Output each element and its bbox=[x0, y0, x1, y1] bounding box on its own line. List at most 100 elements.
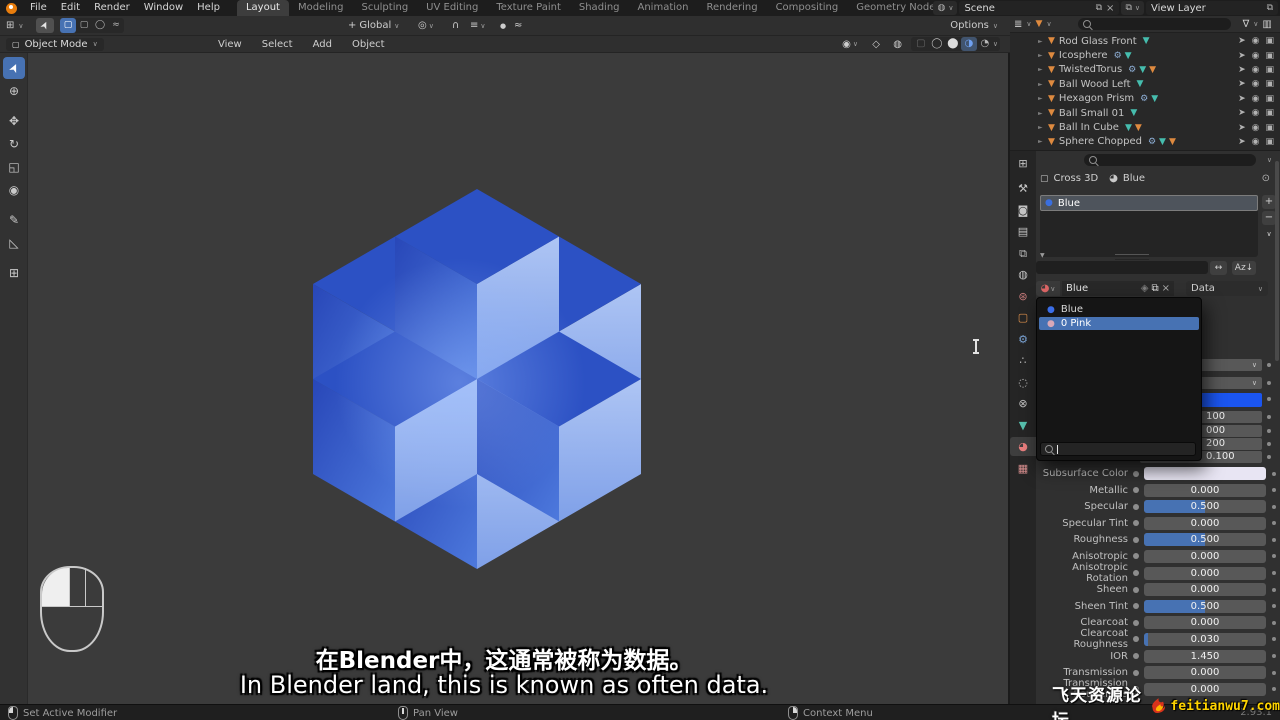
select-pointer-icon[interactable]: ➤ bbox=[1238, 108, 1246, 118]
shading-material-icon[interactable]: ◑ bbox=[960, 37, 977, 51]
expand-arrow-icon[interactable]: ► bbox=[1038, 81, 1048, 88]
extras-dot-icon[interactable] bbox=[1272, 537, 1276, 542]
active-tool-button[interactable]: ➤ bbox=[36, 16, 54, 35]
tab-compositing[interactable]: Compositing bbox=[767, 0, 848, 16]
viewport-menu-select[interactable]: Select bbox=[254, 39, 301, 50]
filter-funnel-icon[interactable]: ∇ bbox=[1243, 19, 1250, 30]
expand-arrow-icon[interactable]: ► bbox=[1038, 138, 1048, 145]
properties-tab-tool[interactable]: ⚒ bbox=[1010, 179, 1036, 198]
animate-dot-icon[interactable] bbox=[1133, 653, 1139, 660]
animate-dot-icon[interactable] bbox=[1133, 619, 1139, 626]
object-filter-icon[interactable]: ▼ bbox=[1036, 19, 1043, 29]
new-collection-icon[interactable]: ▥ bbox=[1262, 19, 1271, 30]
value-slider[interactable]: 0.500 bbox=[1144, 599, 1266, 613]
extras-dot-icon[interactable] bbox=[1272, 504, 1276, 509]
value-slider[interactable]: 0.500 bbox=[1144, 533, 1266, 547]
extras-dot-icon[interactable] bbox=[1272, 670, 1276, 675]
menu-window[interactable]: Window bbox=[137, 0, 190, 16]
viewport-menu-view[interactable]: View bbox=[210, 39, 250, 50]
material-name-field[interactable]: Blue ◈ ⧉ × bbox=[1062, 281, 1174, 296]
disable-render-icon[interactable]: ▣ bbox=[1265, 94, 1274, 104]
properties-tab-scene[interactable]: ◍ bbox=[1010, 265, 1036, 284]
tool-scale[interactable]: ◱ bbox=[3, 156, 25, 178]
popup-search-input[interactable] bbox=[1040, 442, 1196, 456]
animate-dot-icon[interactable] bbox=[1133, 603, 1139, 610]
xray-toggle-icon[interactable]: ▢ bbox=[913, 37, 929, 51]
scene-name-field[interactable]: Scene ⧉ × bbox=[959, 1, 1120, 15]
expand-arrow-icon[interactable]: ► bbox=[1038, 110, 1048, 117]
pivot-point-dropdown[interactable]: ◎ ∨ bbox=[418, 16, 434, 35]
hide-eye-icon[interactable]: ◉ bbox=[1252, 137, 1260, 147]
outliner-item-twistedtorus[interactable]: ► ▼ TwistedTorus ⚙ ▼ ▼ ➤ ◉ ▣ bbox=[1010, 63, 1280, 77]
disable-render-icon[interactable]: ▣ bbox=[1265, 123, 1274, 133]
display-mode-icon[interactable]: ≣ bbox=[1014, 19, 1022, 30]
animate-dot-icon[interactable] bbox=[1133, 520, 1139, 527]
value-slider[interactable]: 0.030 bbox=[1144, 632, 1266, 646]
menu-render[interactable]: Render bbox=[87, 0, 137, 16]
select-mode-circle-icon[interactable]: ◯ bbox=[92, 18, 108, 33]
tab-uv-editing[interactable]: UV Editing bbox=[417, 0, 487, 16]
viewport-menu-object[interactable]: Object bbox=[344, 39, 393, 50]
shading-solid-icon[interactable]: ⬤ bbox=[945, 37, 961, 51]
animate-dot-icon[interactable] bbox=[1133, 570, 1139, 577]
proportional-editing-toggle[interactable]: ● bbox=[500, 16, 506, 35]
extras-dot-icon[interactable] bbox=[1272, 571, 1276, 576]
transform-orientation-dropdown[interactable]: + Global ∨ bbox=[348, 16, 399, 35]
fake-user-icon[interactable]: ◈ bbox=[1141, 283, 1149, 294]
tool-add-cube[interactable]: ⊞ bbox=[3, 262, 25, 284]
value-slider[interactable]: 0.000 bbox=[1144, 566, 1266, 580]
animate-dot-icon[interactable] bbox=[1133, 636, 1139, 643]
properties-tab-world[interactable]: ⊛ bbox=[1010, 287, 1036, 306]
sort-alpha-button[interactable]: Az↓ bbox=[1232, 261, 1256, 275]
hide-eye-icon[interactable]: ◉ bbox=[1252, 65, 1260, 75]
expand-arrow-icon[interactable]: ► bbox=[1038, 124, 1048, 131]
add-slot-button[interactable]: + bbox=[1262, 195, 1276, 209]
animate-dot-icon[interactable] bbox=[1133, 586, 1139, 593]
tab-modeling[interactable]: Modeling bbox=[289, 0, 353, 16]
extras-dot-icon[interactable] bbox=[1272, 637, 1276, 642]
material-slot-selected[interactable]: ● Blue bbox=[1040, 195, 1258, 211]
unlink-icon[interactable]: × bbox=[1162, 283, 1170, 294]
outliner-item-name[interactable]: Rod Glass Front bbox=[1059, 36, 1137, 47]
animate-dot-icon[interactable] bbox=[1133, 503, 1139, 510]
outliner-item-sphere-chopped[interactable]: ► ▼ Sphere Chopped ⚙ ▼ ▼ ➤ ◉ ▣ bbox=[1010, 135, 1280, 149]
select-pointer-icon[interactable]: ➤ bbox=[1238, 51, 1246, 61]
disable-render-icon[interactable]: ▣ bbox=[1265, 108, 1274, 118]
animate-dot-icon[interactable] bbox=[1133, 669, 1139, 676]
extras-dot-icon[interactable] bbox=[1272, 471, 1276, 476]
tool-annotate[interactable]: ✎ bbox=[3, 209, 25, 231]
blender-logo-icon[interactable] bbox=[6, 2, 17, 14]
outliner-item-icosphere[interactable]: ► ▼ Icosphere ⚙ ▼ ➤ ◉ ▣ bbox=[1010, 48, 1280, 62]
visibility-dropdown[interactable]: ◉ ∨ bbox=[842, 36, 858, 52]
color-swatch[interactable] bbox=[1144, 467, 1266, 480]
hide-eye-icon[interactable]: ◉ bbox=[1252, 94, 1260, 104]
material-option-0-pink[interactable]: ● 0 Pink bbox=[1039, 317, 1199, 330]
breadcrumb-material[interactable]: Blue bbox=[1123, 173, 1145, 184]
properties-search-input[interactable] bbox=[1084, 154, 1256, 166]
preview-collapse-icon[interactable]: ▼ bbox=[1040, 252, 1045, 259]
tab-sculpting[interactable]: Sculpting bbox=[352, 0, 417, 16]
name-field[interactable] bbox=[1036, 261, 1208, 274]
tab-texture-paint[interactable]: Texture Paint bbox=[487, 0, 570, 16]
shading-rendered-icon[interactable]: ◔ bbox=[977, 37, 993, 51]
outliner-item-rod-glass-front[interactable]: ► ▼ Rod Glass Front ▼ ➤ ◉ ▣ bbox=[1010, 34, 1280, 48]
outliner-item-ball-in-cube[interactable]: ► ▼ Ball In Cube ▼ ▼ ➤ ◉ ▣ bbox=[1010, 120, 1280, 134]
viewport-menu-add[interactable]: Add bbox=[305, 39, 340, 50]
disable-render-icon[interactable]: ▣ bbox=[1265, 79, 1274, 89]
extras-dot-icon[interactable] bbox=[1272, 620, 1276, 625]
outliner-item-ball-wood-left[interactable]: ► ▼ Ball Wood Left ▼ ➤ ◉ ▣ bbox=[1010, 77, 1280, 91]
value-slider[interactable]: 0.000 bbox=[1144, 516, 1266, 530]
properties-tab-object[interactable]: ▢ bbox=[1010, 308, 1036, 327]
outliner-item-name[interactable]: Ball Small 01 bbox=[1059, 108, 1124, 119]
copy-icon[interactable]: ⧉ bbox=[1267, 3, 1273, 13]
menu-help[interactable]: Help bbox=[190, 0, 227, 16]
editor-type-button[interactable]: ⊞ ∨ bbox=[6, 16, 24, 35]
properties-tab-physics[interactable]: ◌ bbox=[1010, 373, 1036, 392]
editor-type-button[interactable]: ⊞ bbox=[1010, 154, 1036, 173]
expand-arrow-icon[interactable]: ► bbox=[1038, 38, 1048, 45]
select-pointer-icon[interactable]: ➤ bbox=[1238, 79, 1246, 89]
viewport-3d[interactable]: ➤ ⊕ ✥ ↻ ◱ ◉ ✎ ◺ ⊞ bbox=[0, 53, 1008, 704]
slot-specials-dropdown[interactable]: ∨ bbox=[1262, 227, 1276, 241]
properties-tab-particles[interactable]: ∴ bbox=[1010, 351, 1036, 370]
outliner-item-name[interactable]: Hexagon Prism bbox=[1059, 93, 1134, 104]
